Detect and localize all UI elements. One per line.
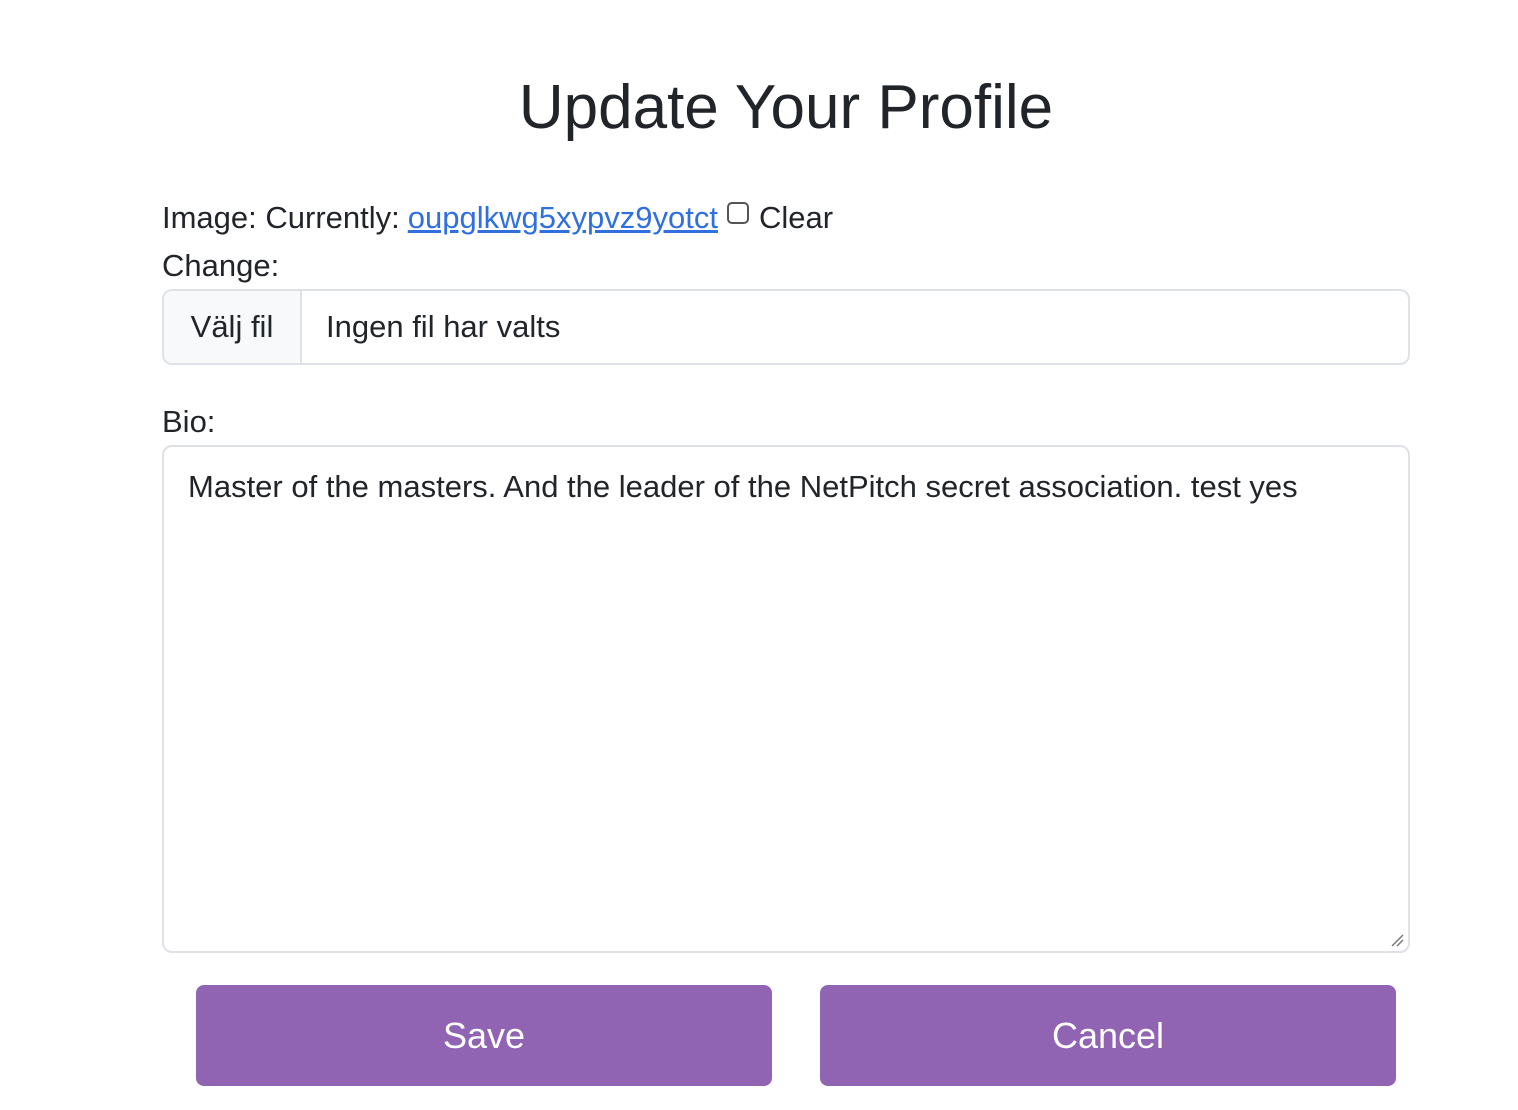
choose-file-button[interactable]: Välj fil: [164, 291, 302, 363]
bio-label: Bio:: [162, 404, 216, 439]
resize-handle-icon[interactable]: [1390, 933, 1404, 947]
save-button[interactable]: Save: [196, 985, 772, 1086]
page-title: Update Your Profile: [518, 73, 1054, 142]
file-status-text: Ingen fil har valts: [326, 309, 561, 344]
image-label: Image: Currently:: [162, 200, 400, 235]
current-image-link[interactable]: oupglkwg5xypvz9yotct: [408, 196, 718, 240]
clear-image-checkbox[interactable]: [726, 202, 749, 224]
image-file-input[interactable]: Välj fil Ingen fil har valts: [162, 289, 1410, 365]
image-current-row: Image: Currently: oupglkwg5xypvz9yotct C…: [162, 196, 833, 240]
clear-label: Clear: [758, 200, 834, 235]
bio-text: Master of the masters. And the leader of…: [188, 469, 1298, 504]
bio-textarea[interactable]: Master of the masters. And the leader of…: [162, 445, 1410, 953]
cancel-button[interactable]: Cancel: [820, 985, 1396, 1086]
change-label: Change:: [162, 248, 280, 283]
profile-update-page: Update Your Profile Image: Currently: ou…: [0, 0, 1518, 1110]
